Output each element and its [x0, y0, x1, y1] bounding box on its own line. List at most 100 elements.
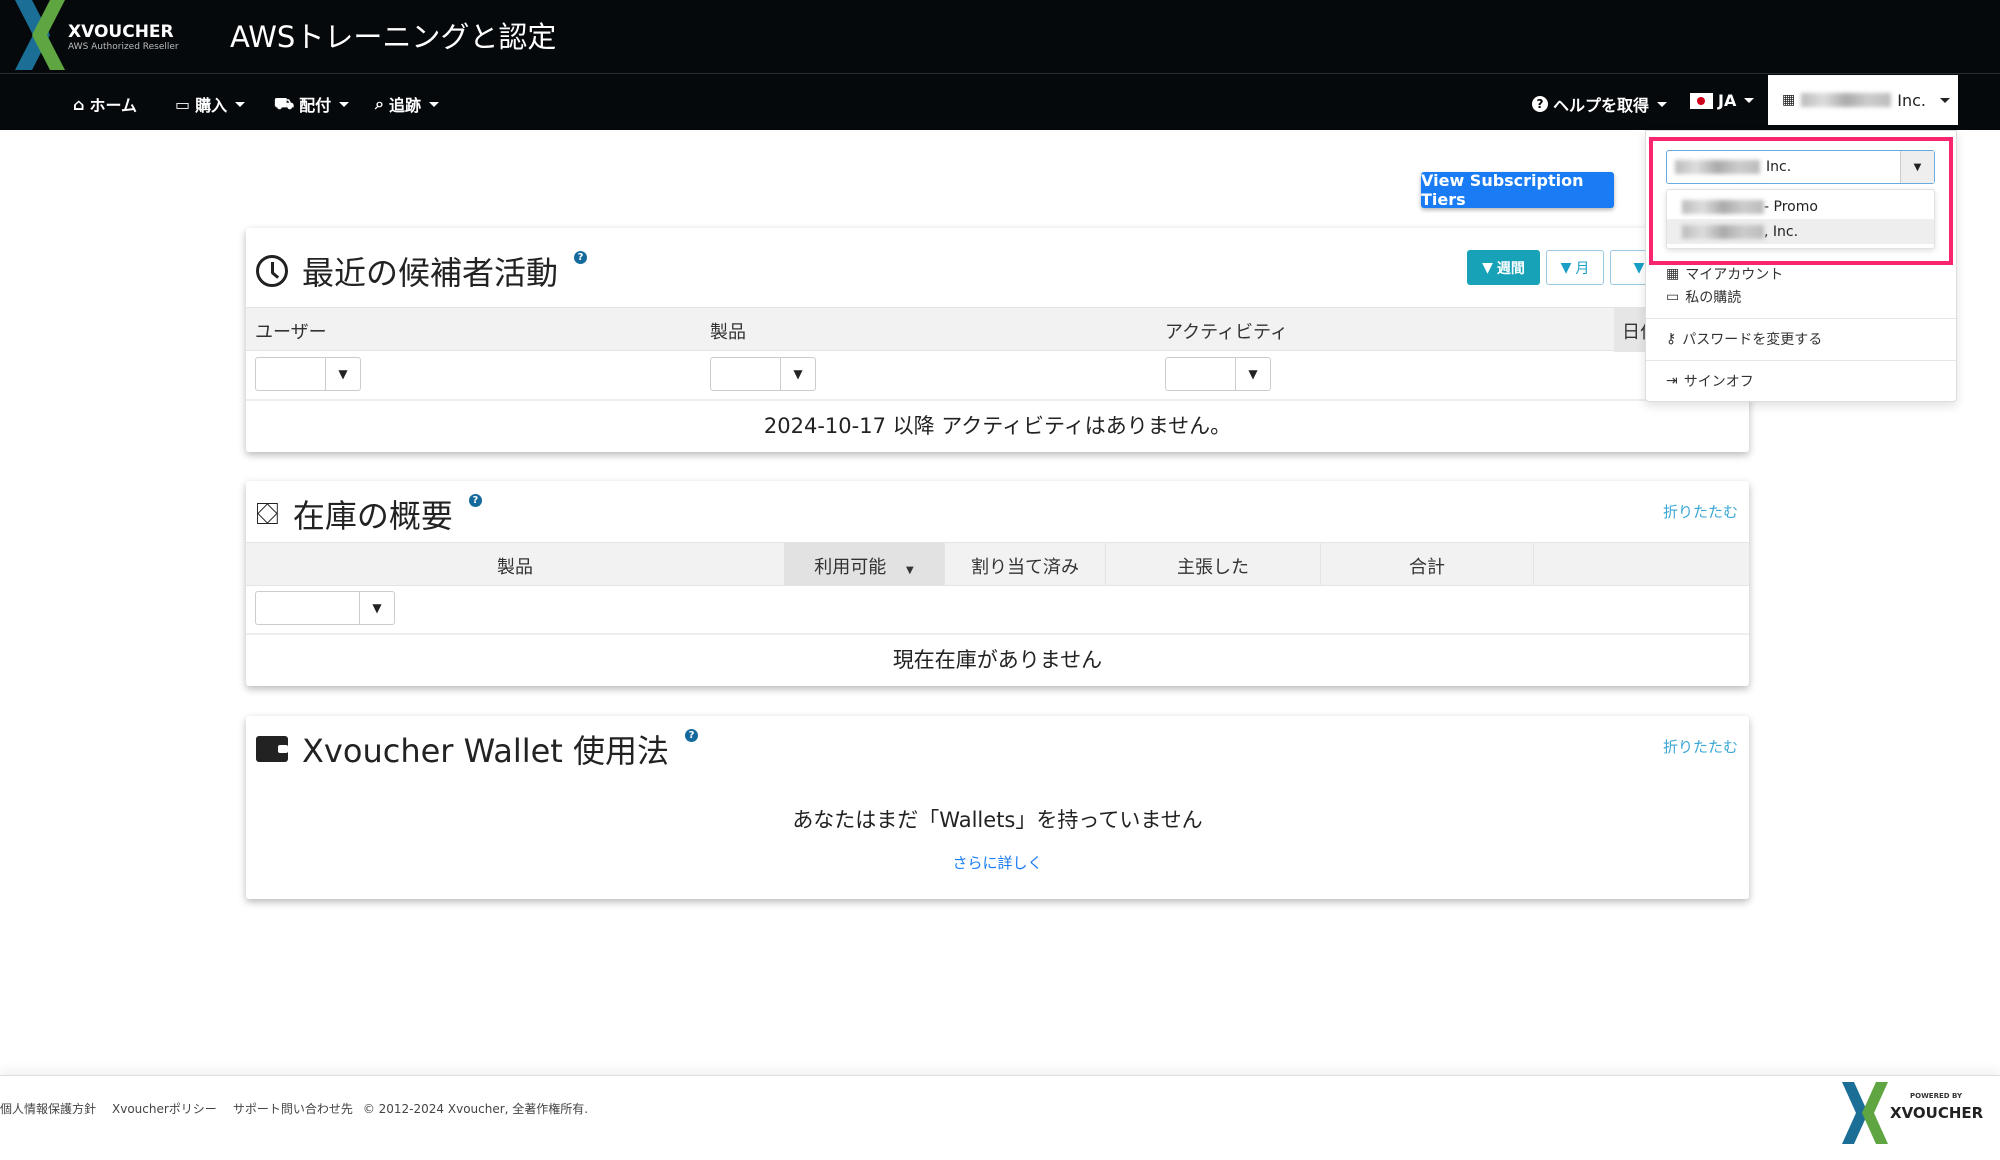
nav-home[interactable]: ⌂ ホーム: [73, 92, 137, 116]
inventory-empty-message: 現在在庫がありません: [892, 648, 1103, 672]
wallet-panel: Xvoucher Wallet 使用法? 折りたたむ あなたはまだ「Wallet…: [246, 716, 1749, 899]
inventory-table-header: 製品 利用可能 ▼ 割り当て済み 主張した 合計: [246, 542, 1749, 586]
filter-month-button[interactable]: ▼ 月: [1546, 250, 1604, 285]
menu-label: サインオフ: [1683, 374, 1754, 390]
filter-month-label: 月: [1575, 260, 1590, 277]
menu-change-password[interactable]: ⚷ パスワードを変更する: [1666, 329, 1822, 349]
col-total[interactable]: 合計: [1320, 543, 1534, 585]
sort-desc-icon: ▼: [906, 565, 914, 576]
filter-week-label: 週間: [1496, 260, 1525, 277]
col-assigned[interactable]: 割り当て済み: [944, 543, 1105, 585]
wallet-icon: [256, 736, 288, 762]
help-menu[interactable]: ? ヘルプを取得: [1532, 92, 1668, 116]
nav-track[interactable]: ⌕ 追跡: [375, 92, 439, 116]
caret-down-icon: [339, 101, 350, 107]
powered-by-logo: POWERED BY XVOUCHER: [1840, 1082, 1990, 1144]
menu-sign-off[interactable]: ⇥ サインオフ: [1666, 371, 1754, 391]
filter-icon: ▼: [793, 367, 803, 381]
help-icon[interactable]: ?: [685, 728, 699, 742]
filter-week-button[interactable]: ▼ 週間: [1467, 250, 1540, 285]
help-icon[interactable]: ?: [574, 250, 588, 264]
nav-track-label: 追跡: [388, 96, 421, 115]
truck-icon: ⛟: [274, 93, 295, 113]
activity-title: 最近の候補者活動: [302, 254, 559, 292]
help-label: ヘルプを取得: [1553, 96, 1650, 115]
calendar-icon: ▭: [1666, 289, 1680, 305]
menu-my-subscriptions[interactable]: ▭ 私の購読: [1666, 287, 1741, 307]
account-name-redacted: [1801, 93, 1892, 107]
product-filter[interactable]: ▼: [710, 357, 816, 391]
filter-icon: ▼: [372, 601, 382, 615]
wallet-title: Xvoucher Wallet 使用法: [302, 732, 670, 770]
powered-by-brand: XVOUCHER: [1890, 1104, 1984, 1122]
activity-table-header: ユーザー 製品 アクティビティ 日付: [246, 307, 1754, 352]
nav-distribute-label: 配付: [299, 96, 332, 115]
inventory-collapse-link[interactable]: 折りたたむ: [1663, 501, 1738, 522]
menu-my-account[interactable]: ▦ マイアカウント: [1666, 264, 1783, 284]
key-icon: ⚷: [1666, 331, 1677, 347]
wallet-empty-message: あなたはまだ「Wallets」を持っていません: [792, 808, 1203, 832]
learn-more-link[interactable]: さらに詳しく: [246, 852, 1749, 873]
col-available-label: 利用可能: [814, 557, 887, 578]
help-icon[interactable]: ?: [468, 493, 482, 507]
divider: [1646, 360, 1956, 361]
sign-out-icon: ⇥: [1666, 373, 1678, 389]
col-activity[interactable]: アクティビティ: [1165, 318, 1288, 344]
caret-down-icon: [1744, 98, 1755, 103]
divider: [246, 633, 1749, 635]
activity-filter[interactable]: ▼: [1165, 357, 1271, 391]
inventory-panel: ⛋ 在庫の概要? 折りたたむ 製品 利用可能 ▼ 割り当て済み 主張した 合計 …: [246, 481, 1749, 686]
footer-links: 個人情報保護方針 Xvoucherポリシー サポート問い合わせ先 © 2012-…: [0, 1100, 588, 1117]
language-menu[interactable]: JA: [1690, 91, 1755, 110]
logo-tagline: AWS Authorized Reseller: [68, 42, 179, 52]
view-subscription-tiers-button[interactable]: View Subscription Tiers: [1421, 171, 1614, 209]
table-icon: ▦: [1666, 266, 1680, 282]
nav-home-label: ホーム: [89, 96, 137, 115]
caret-down-icon: [1939, 97, 1950, 103]
panel-title: ⛋ 在庫の概要?: [256, 491, 482, 537]
policy-link[interactable]: Xvoucherポリシー: [112, 1100, 217, 1117]
x-logo-icon: [15, 0, 65, 70]
caret-down-icon: [428, 101, 439, 107]
search-icon: ⌕: [375, 94, 384, 113]
question-circle-icon: ?: [1532, 96, 1548, 112]
filter-icon: ▼: [1633, 259, 1645, 276]
xvoucher-logo[interactable]: XVOUCHER AWS Authorized Reseller: [10, 0, 180, 70]
product-filter[interactable]: ▼: [255, 591, 395, 625]
nav-purchase[interactable]: ▭ 購入: [175, 92, 246, 116]
caret-down-icon: [1657, 101, 1668, 107]
col-user[interactable]: ユーザー: [255, 318, 327, 344]
language-label: JA: [1718, 91, 1737, 110]
privacy-link[interactable]: 個人情報保護方針: [0, 1100, 96, 1117]
nav-distribute[interactable]: ⛟ 配付: [274, 92, 350, 116]
app-title: AWSトレーニングと認定: [230, 20, 557, 54]
user-filter[interactable]: ▼: [255, 357, 361, 391]
logo-brand: XVOUCHER: [68, 22, 174, 42]
account-menu-toggle[interactable]: ▦ Inc.: [1768, 75, 1958, 125]
caret-down-icon: [235, 101, 246, 107]
wallet-collapse-link[interactable]: 折りたたむ: [1663, 736, 1738, 757]
panel-title: 最近の候補者活動?: [256, 248, 588, 294]
col-available[interactable]: 利用可能 ▼: [784, 543, 944, 585]
col-product[interactable]: 製品: [246, 543, 784, 585]
x-logo-icon: [1842, 1082, 1888, 1144]
nav-purchase-label: 購入: [195, 96, 228, 115]
credit-card-icon: ▭: [175, 94, 191, 114]
copyright: © 2012-2024 Xvoucher, 全著作権所有.: [362, 1102, 589, 1116]
menu-label: パスワードを変更する: [1682, 332, 1823, 348]
highlight-box: [1649, 137, 1953, 265]
clock-icon: [256, 255, 288, 287]
filter-icon: ▼: [1248, 367, 1258, 381]
support-link[interactable]: サポート問い合わせ先: [233, 1100, 353, 1117]
divider: [246, 399, 1749, 401]
inventory-title: 在庫の概要: [292, 497, 453, 535]
filter-icon: ▼: [338, 367, 348, 381]
activity-empty-message: 2024-10-17 以降 アクティビティはありません。: [763, 414, 1232, 438]
col-claimed[interactable]: 主張した: [1105, 543, 1320, 585]
col-product[interactable]: 製品: [710, 318, 746, 344]
account-name-suffix: Inc.: [1897, 90, 1926, 110]
building-icon: ▦: [1782, 92, 1796, 108]
menu-label: 私の購読: [1685, 290, 1742, 306]
japan-flag-icon: [1690, 92, 1713, 109]
menu-label: マイアカウント: [1685, 267, 1784, 283]
